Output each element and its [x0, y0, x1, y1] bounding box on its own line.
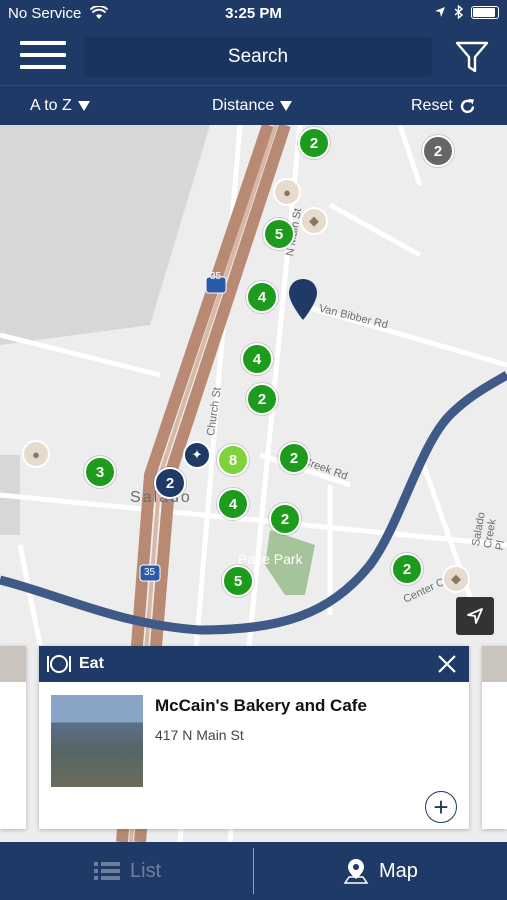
search-field[interactable]: Search	[84, 37, 432, 77]
tab-map[interactable]: Map	[343, 842, 418, 900]
shopping-icon[interactable]: ●	[273, 178, 301, 206]
sort-bar: A to Z Distance Reset	[0, 85, 507, 125]
map-cluster[interactable]: 4	[217, 488, 249, 520]
sort-az-button[interactable]: A to Z	[30, 97, 90, 115]
refresh-icon	[460, 98, 474, 113]
close-icon[interactable]	[435, 652, 459, 676]
add-button[interactable]: +	[425, 791, 457, 823]
map-cluster[interactable]: 3	[84, 456, 116, 488]
attraction-icon[interactable]: ◆	[442, 565, 470, 593]
map-cluster[interactable]: 2	[154, 467, 186, 499]
search-label: Search	[227, 46, 289, 67]
fork-knife-icon	[47, 655, 71, 673]
restaurant-icon[interactable]: ✦	[183, 441, 211, 469]
park-label: Pace Park	[238, 551, 303, 567]
locate-me-button[interactable]	[456, 597, 494, 635]
next-card[interactable]	[482, 646, 507, 829]
street-label-salado-creek: Salado Creek Pl	[470, 511, 507, 552]
map-cluster[interactable]: 4	[246, 281, 278, 313]
tab-map-label: Map	[379, 859, 418, 882]
place-address: 417 N Main St	[155, 727, 244, 743]
navigation-arrow-icon	[467, 608, 483, 624]
place-title: McCain's Bakery and Cafe	[155, 696, 367, 715]
map-cluster[interactable]: 5	[263, 218, 295, 250]
top-header: Search	[0, 28, 507, 85]
sort-distance-label: Distance	[212, 97, 275, 114]
tab-list-label: List	[130, 859, 162, 882]
card-category: Eat	[79, 655, 104, 672]
sort-distance-button[interactable]: Distance	[212, 97, 293, 115]
sort-az-label: A to Z	[30, 97, 72, 114]
place-photo	[51, 695, 143, 787]
map-cluster[interactable]: 2	[269, 503, 301, 535]
menu-button[interactable]	[20, 41, 66, 73]
map-cluster[interactable]: 2	[246, 383, 278, 415]
plus-icon: +	[433, 792, 449, 822]
map-cluster[interactable]: 8	[217, 444, 249, 476]
bluetooth-icon	[454, 5, 463, 19]
location-arrow-icon	[435, 7, 445, 17]
previous-card[interactable]	[0, 646, 26, 829]
map-pin-icon	[343, 859, 369, 884]
reset-button[interactable]: Reset	[411, 97, 476, 115]
map-cluster[interactable]: 5	[222, 565, 254, 597]
i35-top-label: 35	[210, 271, 222, 282]
reset-label: Reset	[411, 97, 453, 114]
card-header: Eat	[39, 646, 469, 682]
hamburger-icon	[20, 41, 66, 45]
services-icon[interactable]: ●	[22, 440, 50, 468]
place-card[interactable]: Eat McCain's Bakery and Cafe 417 N Main …	[39, 646, 469, 829]
clock: 3:25 PM	[225, 5, 282, 22]
battery-icon	[471, 5, 499, 19]
map-cluster[interactable]: 2	[391, 553, 423, 585]
map-cluster[interactable]: 2	[278, 442, 310, 474]
map-cluster[interactable]: 2	[298, 127, 330, 159]
map-cluster[interactable]: 4	[241, 343, 273, 375]
bottom-nav: List Map	[0, 842, 507, 900]
caret-down-icon	[77, 101, 90, 111]
list-icon	[94, 862, 120, 880]
status-bar: No Service 3:25 PM	[0, 0, 507, 28]
nav-divider	[253, 848, 254, 894]
i35-bottom-label: 35	[144, 567, 156, 578]
attraction-icon[interactable]: ◆	[300, 207, 328, 235]
filter-icon[interactable]	[455, 40, 489, 74]
caret-down-icon	[280, 101, 293, 111]
tab-list[interactable]: List	[94, 842, 161, 900]
restaurant-pin[interactable]	[289, 279, 317, 320]
map-cluster[interactable]: 2	[422, 135, 454, 167]
